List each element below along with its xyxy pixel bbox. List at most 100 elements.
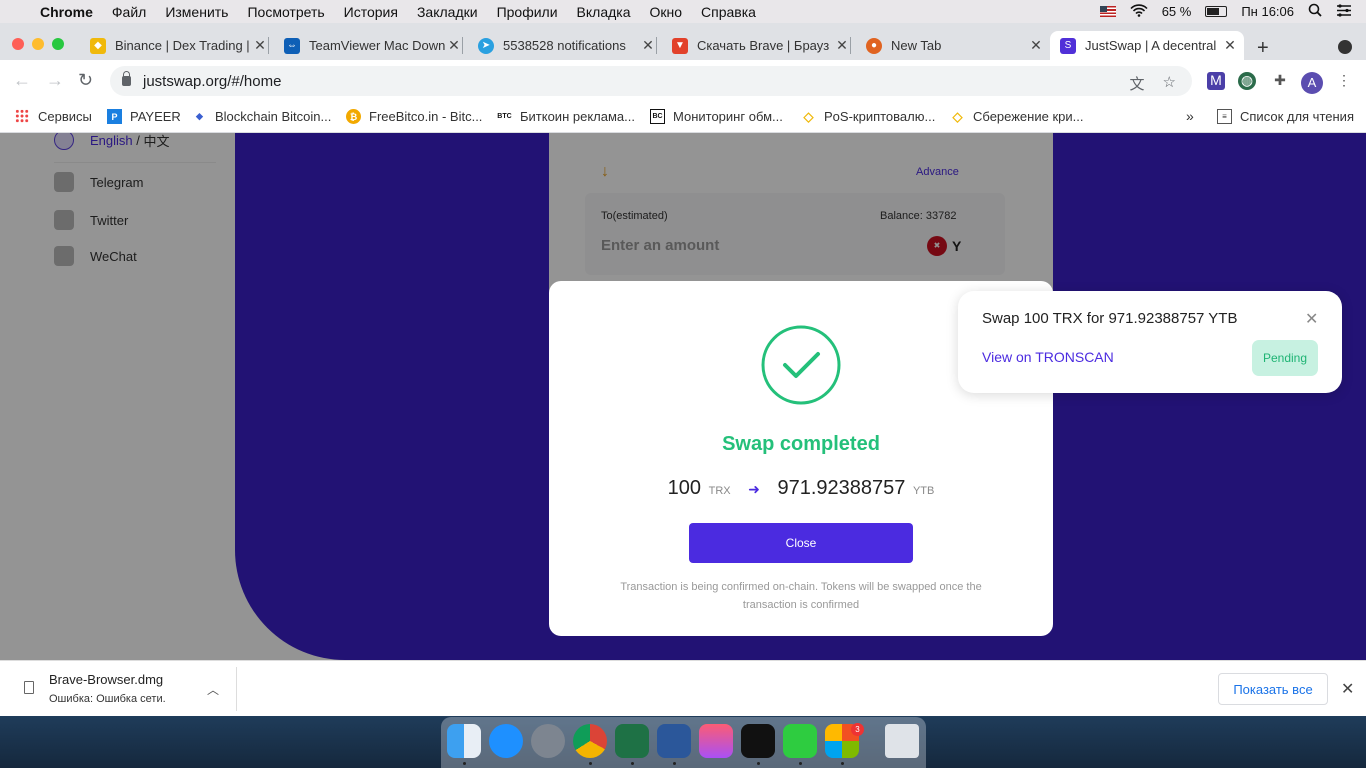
view-on-tronscan-link[interactable]: View on TRONSCAN bbox=[982, 349, 1114, 365]
music-icon[interactable] bbox=[699, 724, 733, 758]
from-amount: 100 bbox=[667, 477, 702, 499]
menu-edit[interactable]: Изменить bbox=[165, 4, 228, 20]
safari-icon[interactable] bbox=[489, 724, 523, 758]
battery-percent: 65 % bbox=[1161, 4, 1192, 19]
tab-title: Binance | Dex Trading | bbox=[115, 38, 250, 53]
tab-binance[interactable]: ◆ Binance | Dex Trading | ✕ bbox=[88, 31, 269, 60]
tab-new-tab[interactable]: ● New Tab ✕ bbox=[866, 31, 1044, 60]
input-source-flag-icon[interactable] bbox=[1099, 6, 1116, 17]
tab-notifications[interactable]: ➤ 5538528 notifications ✕ bbox=[478, 31, 657, 60]
tab-title: 5538528 notifications bbox=[503, 38, 626, 53]
brave-favicon-icon: ▼ bbox=[672, 37, 688, 54]
bookmark-savings[interactable]: ◇ Сбережение кри... bbox=[950, 109, 1084, 125]
browser-tab-strip: ◆ Binance | Dex Trading | ✕ ⇔ TeamViewer… bbox=[0, 23, 1366, 60]
pending-badge: Pending bbox=[1252, 340, 1318, 376]
tab-teamviewer[interactable]: ⇔ TeamViewer Mac Down ✕ bbox=[284, 31, 463, 60]
menu-profiles[interactable]: Профили bbox=[497, 4, 558, 20]
bookmark-bitcoin-ads[interactable]: BTC Биткоин реклама... bbox=[497, 109, 635, 124]
bookmark-label: Сбережение кри... bbox=[973, 109, 1084, 124]
chrome-menu-kebab-icon[interactable]: ⋮ bbox=[1335, 72, 1353, 90]
bookmark-label: PoS-криптовалю... bbox=[824, 109, 936, 124]
telegram-favicon-icon: ➤ bbox=[478, 37, 494, 54]
menu-window[interactable]: Окно bbox=[650, 4, 683, 20]
launchpad-rocket-icon[interactable] bbox=[531, 724, 565, 758]
menu-app-name[interactable]: Chrome bbox=[40, 4, 93, 20]
binance-diamond-icon: ◇ bbox=[803, 108, 814, 124]
extension-m-icon[interactable]: M bbox=[1207, 72, 1225, 90]
bookmark-apps[interactable]: Сервисы bbox=[15, 109, 92, 124]
blockchain-icon: ◆ bbox=[196, 111, 203, 121]
finder-icon[interactable] bbox=[447, 724, 481, 758]
menu-tab[interactable]: Вкладка bbox=[577, 4, 631, 20]
profile-avatar[interactable]: A bbox=[1301, 72, 1323, 94]
close-download-bar-icon[interactable]: ✕ bbox=[1341, 679, 1354, 699]
menu-view[interactable]: Посмотреть bbox=[247, 4, 324, 20]
reading-list-button[interactable]: ≡ Список для чтения bbox=[1217, 109, 1354, 124]
bookmark-label: Мониторинг обм... bbox=[673, 109, 783, 124]
bookmark-monitoring[interactable]: BC Мониторинг обм... bbox=[650, 109, 783, 124]
control-center-icon[interactable] bbox=[1336, 3, 1352, 20]
macos-menu-bar: Chrome Файл Изменить Посмотреть История … bbox=[0, 0, 1366, 23]
extensions-puzzle-icon[interactable]: ✚ bbox=[1271, 72, 1289, 90]
menu-clock[interactable]: Пн 16:06 bbox=[1241, 4, 1294, 19]
swap-amounts: 100 TRX ➜ 971.92388757 YTB bbox=[549, 477, 1053, 500]
activity-monitor-icon[interactable] bbox=[741, 724, 775, 758]
battery-icon[interactable] bbox=[1205, 6, 1228, 17]
app-icon[interactable] bbox=[783, 724, 817, 758]
tab-close-icon[interactable]: ✕ bbox=[1028, 37, 1044, 54]
lock-icon[interactable] bbox=[122, 71, 131, 86]
bookmark-star-icon[interactable]: ☆ bbox=[1163, 73, 1176, 94]
tab-close-icon[interactable]: ✕ bbox=[252, 37, 268, 54]
bookmark-freebitco[interactable]: ₿ FreeBitco.in - Bitc... bbox=[346, 109, 482, 124]
tab-title: TeamViewer Mac Down bbox=[309, 38, 446, 53]
teamviewer-favicon-icon: ⇔ bbox=[284, 37, 300, 54]
success-check-icon bbox=[761, 325, 841, 405]
reading-list-icon: ≡ bbox=[1217, 109, 1232, 124]
bookmark-blockchain[interactable]: ◆ Blockchain Bitcoin... bbox=[192, 109, 331, 124]
close-window-button[interactable] bbox=[12, 38, 24, 50]
spotlight-search-icon[interactable] bbox=[1308, 3, 1322, 20]
download-bar: Brave-Browser.dmg Ошибка: Ошибка сети. ︿… bbox=[0, 660, 1366, 716]
justswap-favicon-icon: S bbox=[1060, 37, 1076, 54]
bookmark-label: Биткоин реклама... bbox=[520, 109, 635, 124]
payeer-icon: P bbox=[107, 109, 122, 124]
menu-history[interactable]: История bbox=[344, 4, 398, 20]
word-icon[interactable] bbox=[657, 724, 691, 758]
address-url[interactable]: justswap.org/#/home bbox=[143, 73, 281, 90]
bookmark-payeer[interactable]: P PAYEER bbox=[107, 109, 181, 124]
to-token: YTB bbox=[912, 485, 935, 497]
chevron-up-icon[interactable]: ︿ bbox=[207, 681, 219, 698]
translate-icon[interactable]: 文 bbox=[1130, 73, 1145, 94]
tab-justswap[interactable]: S JustSwap | A decentral ✕ bbox=[1050, 31, 1244, 60]
close-button[interactable]: Close bbox=[689, 523, 913, 563]
extension-vpn-globe-icon[interactable]: ◍ bbox=[1238, 72, 1256, 90]
zoom-window-button[interactable] bbox=[52, 38, 64, 50]
bookmark-pos[interactable]: ◇ PoS-криптовалю... bbox=[801, 108, 936, 125]
download-filename[interactable]: Brave-Browser.dmg bbox=[49, 672, 163, 687]
back-arrow-icon[interactable]: ← bbox=[13, 70, 31, 91]
tab-close-icon[interactable]: ✕ bbox=[1222, 37, 1238, 54]
toast-close-icon[interactable]: ✕ bbox=[1305, 309, 1318, 329]
bookmarks-overflow-icon[interactable]: » bbox=[1186, 108, 1194, 124]
tab-search-icon[interactable] bbox=[1338, 40, 1352, 54]
excel-icon[interactable] bbox=[615, 724, 649, 758]
trash-icon[interactable] bbox=[885, 724, 919, 758]
bookmark-label: PAYEER bbox=[130, 109, 181, 124]
address-bar[interactable]: justswap.org/#/home 文 ☆ bbox=[110, 66, 1192, 96]
tab-brave-download[interactable]: ▼ Скачать Brave | Брауз ✕ bbox=[672, 31, 851, 60]
chrome-icon[interactable] bbox=[573, 724, 607, 758]
show-all-downloads-button[interactable]: Показать все bbox=[1218, 673, 1328, 705]
bookmark-label: Blockchain Bitcoin... bbox=[215, 109, 332, 124]
menu-help[interactable]: Справка bbox=[701, 4, 756, 20]
menu-file[interactable]: Файл bbox=[112, 4, 146, 20]
tab-close-icon[interactable]: ✕ bbox=[446, 37, 462, 54]
tab-close-icon[interactable]: ✕ bbox=[834, 37, 850, 54]
menu-bookmarks[interactable]: Закладки bbox=[417, 4, 478, 20]
forward-arrow-icon[interactable]: → bbox=[46, 70, 64, 91]
new-tab-plus-icon[interactable]: + bbox=[1257, 37, 1269, 60]
wifi-icon[interactable] bbox=[1130, 3, 1148, 20]
tab-close-icon[interactable]: ✕ bbox=[640, 37, 656, 54]
reload-icon[interactable]: ↻ bbox=[78, 70, 93, 91]
minimize-window-button[interactable] bbox=[32, 38, 44, 50]
arrow-right-icon: ➜ bbox=[748, 481, 760, 497]
